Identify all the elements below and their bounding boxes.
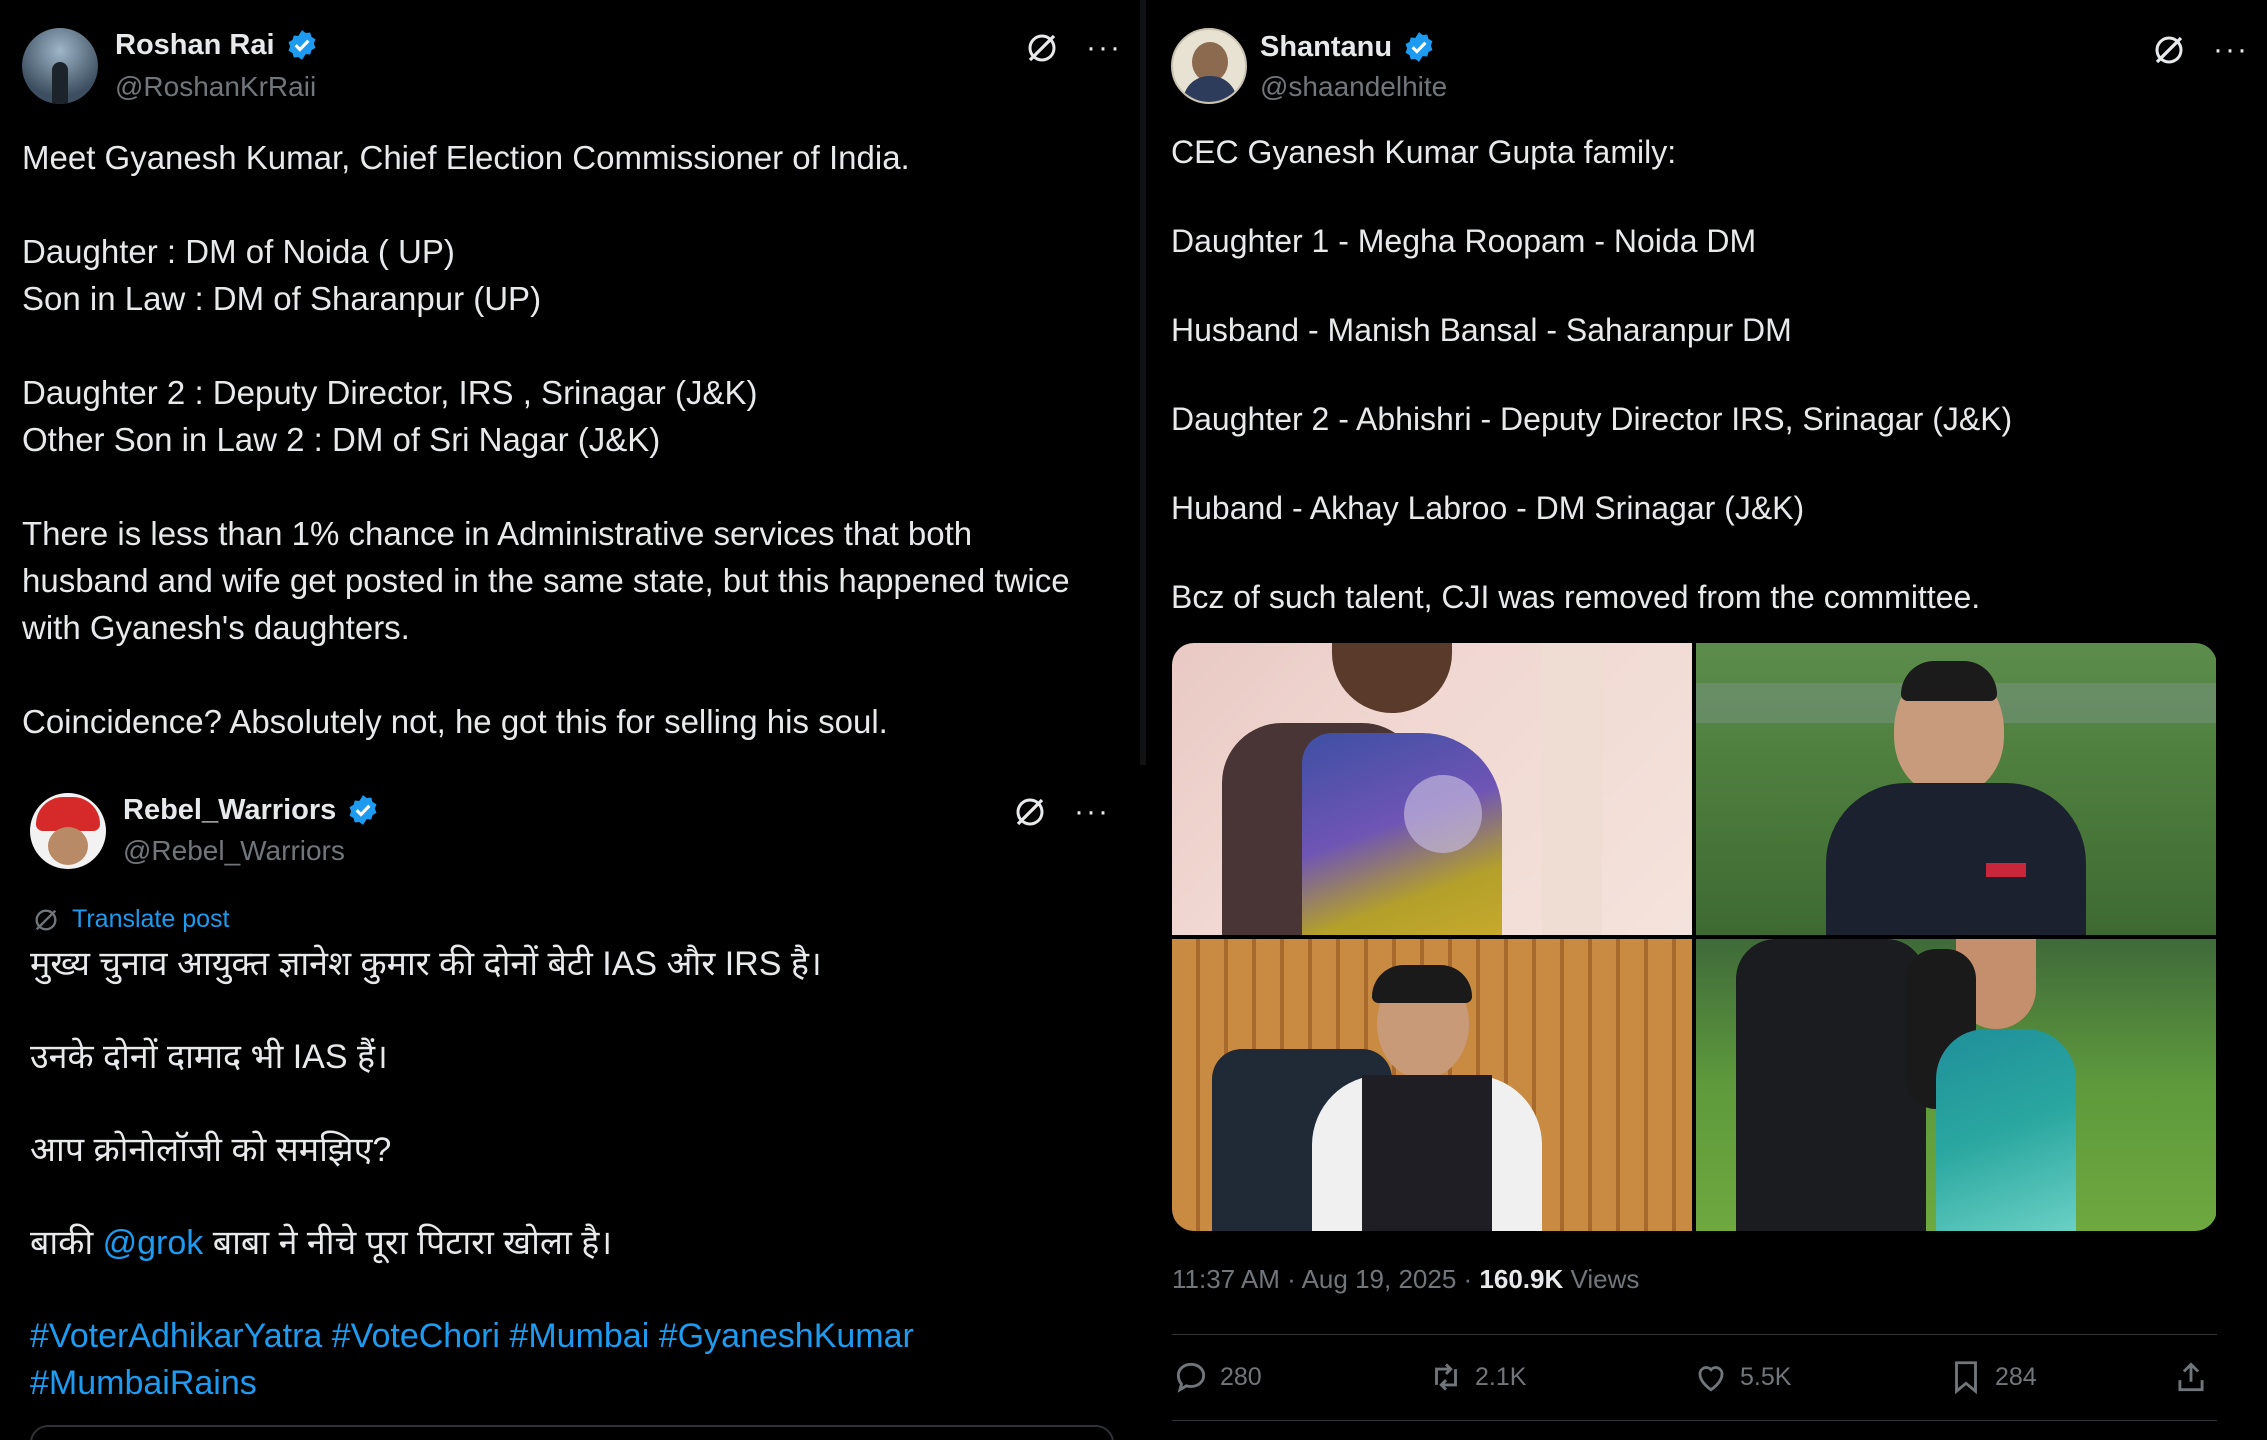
repost-button[interactable]: 2.1K [1427, 1358, 1526, 1396]
photo-grid[interactable] [1172, 643, 2217, 1231]
like-button[interactable]: 5.5K [1692, 1358, 1791, 1396]
translate-post-link[interactable]: Translate post [32, 905, 229, 934]
quoted-card[interactable] [30, 1425, 1114, 1440]
reply-count: 280 [1220, 1362, 1262, 1391]
tweet-text: CEC Gyanesh Kumar Gupta family: Daughter… [1171, 134, 2013, 615]
bookmark-count: 284 [1995, 1362, 2037, 1391]
author-handle[interactable]: @Rebel_Warriors [123, 835, 345, 867]
more-icon[interactable]: ··· [1074, 797, 1110, 827]
verified-badge-icon [349, 795, 377, 825]
more-icon[interactable]: ··· [1086, 33, 1122, 63]
grok-icon[interactable] [1012, 794, 1048, 830]
author-name[interactable]: Roshan Rai [115, 29, 275, 62]
divider [1172, 1334, 2217, 1335]
tweet-text: मुख्य चुनाव आयुक्त ज्ञानेश कुमार की दोनो… [30, 941, 914, 1407]
timestamp[interactable]: 11:37 AM · Aug 19, 2025 · [1172, 1264, 1479, 1294]
reply-button[interactable]: 280 [1172, 1358, 1262, 1396]
divider [1172, 1420, 2217, 1421]
verified-badge-icon [1405, 32, 1433, 62]
verified-badge-icon [288, 30, 315, 60]
translate-icon [35, 909, 57, 930]
bookmark-button[interactable]: 284 [1947, 1358, 2037, 1396]
author-name[interactable]: Shantanu [1260, 31, 1392, 64]
views-label: Views [1563, 1264, 1640, 1294]
reply-icon [1176, 1362, 1206, 1393]
views-count: 160.9K [1479, 1264, 1564, 1294]
photo-2[interactable] [1696, 643, 2216, 935]
repost-icon [1435, 1363, 1457, 1391]
photo-3[interactable] [1172, 939, 1692, 1231]
translate-label[interactable]: Translate post [72, 905, 229, 934]
author-handle[interactable]: @RoshanKrRaii [115, 71, 316, 103]
tweet-shantanu: Shantanu @shaandelhite ··· CEC Gyanesh K… [1146, 0, 2267, 1440]
timestamp-views: 11:37 AM · Aug 19, 2025 · 160.9K Views [1172, 1264, 1639, 1295]
avatar[interactable] [1171, 28, 1247, 104]
author-name[interactable]: Rebel_Warriors [123, 794, 336, 827]
avatar[interactable] [22, 28, 98, 104]
share-icon [2178, 1362, 2204, 1392]
tweet-text: Meet Gyanesh Kumar, Chief Election Commi… [22, 139, 1070, 740]
photo-4[interactable] [1696, 939, 2216, 1231]
action-bar: 280 2.1K 5.5K 284 [1172, 1354, 2217, 1404]
grok-icon[interactable] [2151, 32, 2187, 68]
tweet-rebel-warriors: Rebel_Warriors @Rebel_Warriors ··· Trans… [0, 765, 1140, 1440]
avatar[interactable] [30, 793, 106, 869]
grok-mention-link[interactable]: @grok [103, 1224, 204, 1262]
grok-icon[interactable] [1024, 30, 1060, 66]
repost-count: 2.1K [1475, 1362, 1527, 1391]
more-icon[interactable]: ··· [2213, 35, 2249, 65]
bookmark-icon [1955, 1361, 1977, 1395]
share-button[interactable] [2172, 1358, 2210, 1396]
tweet-roshan-rai: Roshan Rai @RoshanKrRaii ··· Meet Gyanes… [0, 0, 1140, 765]
hashtag-mumbai-rains[interactable]: #MumbaiRains [30, 1360, 914, 1407]
like-count: 5.5K [1740, 1362, 1792, 1391]
photo-1[interactable] [1172, 643, 1692, 935]
like-icon [1698, 1366, 1724, 1392]
author-handle[interactable]: @shaandelhite [1260, 71, 1447, 103]
hashtags[interactable]: #VoterAdhikarYatra #VoteChori #Mumbai #G… [30, 1313, 914, 1360]
